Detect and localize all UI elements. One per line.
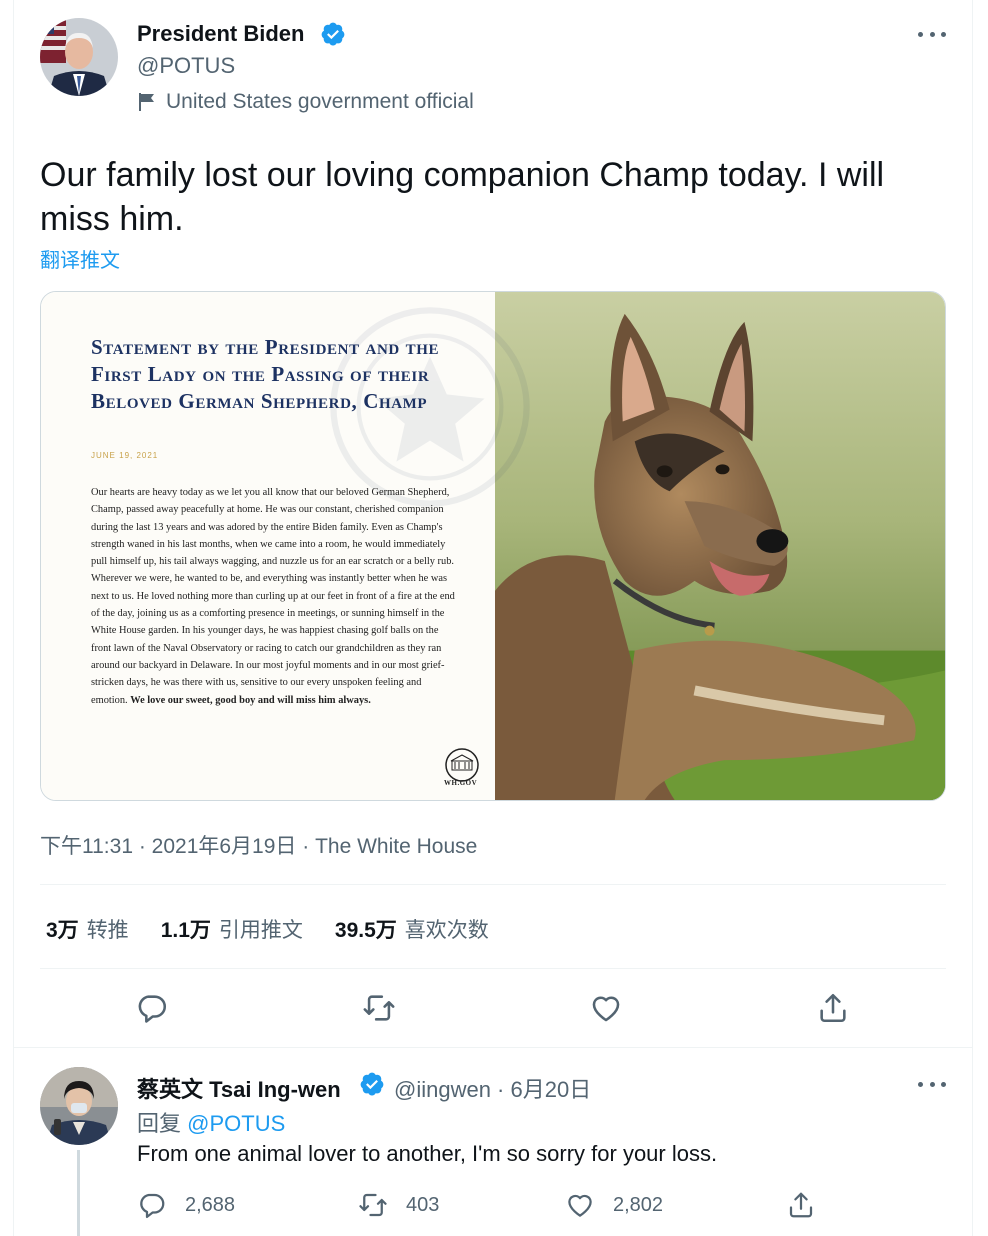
statement-title: Statement by the President and the First… — [91, 335, 440, 413]
statement-date: JUNE 19, 2021 — [91, 451, 159, 460]
reply-retweet-count: 403 — [406, 1193, 440, 1216]
tweet-stats: 3万 转推 1.1万 引用推文 39.5万 喜欢次数 — [46, 914, 489, 944]
government-label: United States government official — [138, 90, 474, 114]
like-count[interactable]: 39.5万 喜欢次数 — [335, 914, 489, 944]
stats-bottom-divider — [40, 968, 946, 969]
translate-tweet-link[interactable]: 翻译推文 — [40, 244, 120, 273]
tweet-timestamp-source[interactable]: 下午11:31 · 2021年6月19日 · The White House — [40, 830, 477, 860]
author-name[interactable]: President Biden — [137, 21, 304, 47]
statement-body-text: Our hearts are heavy today as we let you… — [91, 487, 455, 706]
author-avatar[interactable] — [40, 18, 118, 96]
reply-share-button[interactable] — [786, 1190, 816, 1220]
reply-author-avatar[interactable] — [40, 1067, 118, 1145]
timeline-border-left — [13, 0, 14, 1236]
statement-body: Our hearts are heavy today as we let you… — [91, 484, 459, 709]
replying-to: 回复 @POTUS — [137, 1106, 285, 1138]
statement-body-closing: We love our sweet, good boy and will mis… — [130, 694, 371, 706]
retweet-count-label: 转推 — [86, 919, 129, 942]
tweet-media[interactable]: Statement by the President and the First… — [40, 291, 946, 801]
dog-photo — [495, 292, 945, 800]
retweet-count[interactable]: 3万 转推 — [46, 914, 129, 944]
quote-count-label: 引用推文 — [218, 919, 303, 942]
tweet-text: Our family lost our loving companion Cha… — [40, 156, 885, 238]
reply-separator — [13, 1047, 973, 1048]
reply-reply-button[interactable]: 2,688 — [137, 1190, 235, 1220]
replying-to-prefix: 回复 — [137, 1111, 182, 1136]
reply-icon — [140, 1193, 165, 1218]
reply-reply-count: 2,688 — [185, 1193, 236, 1216]
stats-top-divider — [40, 884, 946, 885]
statement-seal-caption: WH.GOV — [444, 779, 478, 787]
flag-icon — [139, 93, 154, 111]
reply-author-name[interactable]: 蔡英文 Tsai Ing-wen — [137, 1072, 341, 1104]
like-count-value: 39.5万 — [334, 919, 397, 942]
replying-to-handle-link[interactable]: @POTUS — [187, 1111, 285, 1136]
retweet-icon — [363, 995, 395, 1021]
statement-image: Statement by the President and the First… — [41, 292, 530, 800]
share-icon — [820, 993, 846, 1023]
government-label-text: United States government official — [166, 90, 474, 113]
reply-like-count: 2,802 — [613, 1193, 664, 1216]
reply-text: From one animal lover to another, I'm so… — [137, 1141, 718, 1166]
verified-badge-icon — [360, 1072, 384, 1096]
retweet-button[interactable] — [362, 991, 396, 1025]
share-icon — [789, 1192, 813, 1218]
like-icon — [592, 996, 620, 1022]
reply-like-button[interactable]: 2,802 — [565, 1190, 663, 1220]
quote-count[interactable]: 1.1万 引用推文 — [161, 914, 303, 944]
reply-icon — [138, 995, 167, 1023]
like-count-label: 喜欢次数 — [404, 919, 489, 942]
reply-retweet-button[interactable]: 403 — [358, 1190, 439, 1220]
more-icon[interactable] — [918, 24, 946, 44]
reply-author-handle-date[interactable]: @iingwen · 6月20日 — [394, 1072, 591, 1104]
reply-more-icon[interactable] — [918, 1074, 946, 1094]
verified-badge-icon — [321, 22, 345, 46]
like-button[interactable] — [589, 991, 623, 1025]
timeline-border-right — [972, 0, 973, 1236]
author-handle[interactable]: @POTUS — [137, 53, 235, 79]
share-button[interactable] — [816, 991, 850, 1025]
thread-line — [77, 1150, 80, 1236]
retweet-count-value: 3万 — [46, 919, 79, 942]
like-icon — [568, 1194, 592, 1217]
retweet-icon — [359, 1193, 387, 1217]
quote-count-value: 1.1万 — [160, 919, 211, 942]
reply-button[interactable] — [135, 991, 169, 1025]
